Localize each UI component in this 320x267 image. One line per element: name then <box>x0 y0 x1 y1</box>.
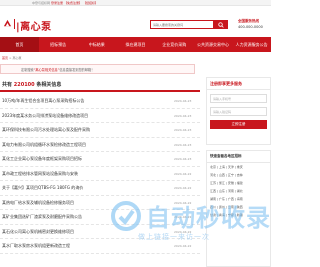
nav-item-home[interactable]: 首页 <box>0 37 39 52</box>
list-item[interactable]: 2023年度某水务公司排涝泵站设备维修改造项目 2024-04-23 <box>0 109 200 123</box>
list-item[interactable]: 某电力有限公司机组循环水泵检修改造工程项目 2024-04-23 <box>0 138 200 152</box>
list-item-title[interactable]: 某化工企业离心泵设备年度框架采购项目招标 <box>2 156 152 162</box>
list-item-date: 2024-04-23 <box>174 142 192 147</box>
list-item[interactable]: 某化工企业离心泵设备年度框架采购项目招标 2024-04-23 <box>0 152 200 167</box>
main-nav: 首页 招标预告 中标结果 拟在建项目 企业竞价采购 公共资源交易中心 人力资源服… <box>0 37 271 52</box>
top-links: 中登与招标网 登录注册 【免费注册】 【经招标】 <box>32 1 98 5</box>
login-link[interactable]: 登录注册 <box>51 1 63 5</box>
region-row[interactable]: 江西 | 山东 | 河南 | 湖北 <box>207 187 270 195</box>
results-prefix: 共有 <box>2 82 13 88</box>
search-button[interactable] <box>214 20 228 29</box>
nav-item-winning-result[interactable]: 中标结果 <box>77 37 116 52</box>
nav-item-bid-notice[interactable]: 招标预告 <box>39 37 78 52</box>
list-item-title[interactable]: 某环保科技有限公司污水处理站离心泵及配件采购 <box>2 127 152 133</box>
list-item-title[interactable]: 2023年度某水务公司排涝泵站设备维修改造项目 <box>2 113 152 119</box>
results-count-text: 共有 220100 条相关信息 <box>2 81 61 88</box>
search-input[interactable] <box>151 21 213 28</box>
region-panel-title: 快速查看各地区招标 <box>207 151 270 163</box>
top-prefix: 中登与招标网 <box>32 1 51 5</box>
list-item-title[interactable]: 某电力有限公司机组循环水泵检修改造工程项目 <box>2 142 152 148</box>
watermark-logo-icon <box>111 201 141 231</box>
hotline-number: 400-000-0000 <box>238 25 263 29</box>
watermark-title: 自动秒收录 <box>146 204 271 232</box>
list-item-title[interactable]: 10万吨/年再生铝合金项目离心泵采购招标公告 <box>2 98 152 104</box>
code-field[interactable]: 请输入验证码 <box>210 107 267 116</box>
search-icon <box>218 21 224 28</box>
logo-icon[interactable] <box>3 19 12 28</box>
banner-emphasis: “离心泵相关信息” <box>33 68 60 72</box>
list-item[interactable]: 10万吨/年再生铝合金项目离心泵采购招标公告 2024-04-23 <box>0 94 200 109</box>
list-item-date: 2024-04-23 <box>174 99 192 103</box>
nav-item-public-resources[interactable]: 公共资源交易中心 <box>194 37 233 52</box>
region-row[interactable]: 河北 | 山西 | 辽宁 | 吉林 <box>207 171 270 179</box>
results-count: 220100 <box>13 82 35 88</box>
region-row[interactable]: 江苏 | 浙江 | 安徽 | 福建 <box>207 179 270 187</box>
hotline-label: 全国服务热线 <box>238 19 259 23</box>
logo-divider <box>14 19 15 29</box>
register-link[interactable]: 【免费注册】 <box>64 1 82 5</box>
results-suffix: 条相关信息 <box>36 82 62 88</box>
bid-link[interactable]: 【经招标】 <box>83 1 98 5</box>
phone-field[interactable]: 请输入手机号 <box>210 94 267 103</box>
watermark-subtitle: 做上链接一来访一次 <box>138 233 210 241</box>
list-item-date: 2024-04-22 <box>174 186 192 190</box>
watermark: 自动秒收录 做上链接一来访一次 <box>98 198 271 258</box>
top-bar: 中登与招标网 登录注册 【免费注册】 【经招标】 <box>0 0 271 6</box>
list-item[interactable]: 某环保科技有限公司污水处理站离心泵及配件采购 2024-04-23 <box>0 123 200 138</box>
register-panel-title: 注册即享更多服务 <box>207 78 270 90</box>
header: |离心泵 全国服务热线 400-000-0000 <box>0 7 271 37</box>
nav-item-enterprise-procurement[interactable]: 企业竞价采购 <box>155 37 194 52</box>
banner-suffix: 信息直接发到您的邮箱！ <box>59 68 95 72</box>
breadcrumb: 首页 > 离心泵 <box>2 56 21 60</box>
region-row[interactable]: 北京 | 上海 | 天津 | 重庆 <box>207 163 270 171</box>
banner-text: 定制搜索“离心泵相关信息”信息直接发到您的邮箱！ <box>21 67 94 72</box>
register-panel: 注册即享更多服务 请输入手机号 请输入验证码 立即注册 <box>206 77 271 145</box>
nav-item-hr-services[interactable]: 人力资源服务公告 <box>232 37 271 52</box>
list-item-date: 2024-04-23 <box>174 157 192 161</box>
banner-prefix: 定制搜索 <box>21 68 34 72</box>
list-item-date: 2024-04-23 <box>174 113 192 118</box>
register-button[interactable]: 立即注册 <box>210 120 267 129</box>
subscribe-banner[interactable]: 定制搜索“离心泵相关信息”信息直接发到您的邮箱！ <box>0 64 195 74</box>
list-item-date: 2024-04-22 <box>174 171 192 176</box>
list-item[interactable]: 某市政工程给排水管网泵站设备采购与安装 2024-04-22 <box>0 167 200 181</box>
search-box <box>150 20 214 29</box>
breadcrumb-current: 离心泵 <box>12 56 22 60</box>
site-logo-text[interactable]: |离心泵 <box>16 18 52 33</box>
results-header: 共有 220100 条相关信息 <box>0 77 200 92</box>
nav-item-planned-projects[interactable]: 拟在建项目 <box>116 37 155 52</box>
list-item-date: 2024-04-23 <box>174 128 192 132</box>
list-item-title[interactable]: 某市政工程给排水管网泵站设备采购与安装 <box>2 171 152 177</box>
list-item[interactable]: 关于【嘉兴】某项目QTBS-FG 180FG 的询价 2024-04-22 <box>0 181 200 196</box>
list-item-title[interactable]: 关于【嘉兴】某项目QTBS-FG 180FG 的询价 <box>2 185 152 191</box>
